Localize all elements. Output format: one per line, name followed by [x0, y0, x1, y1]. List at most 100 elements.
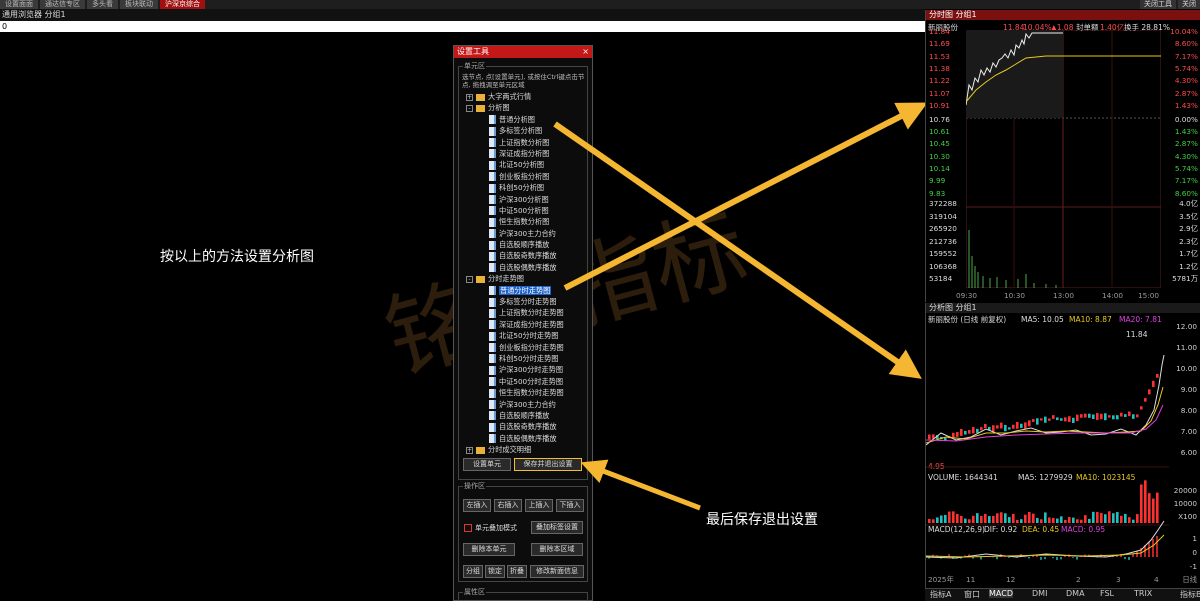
volume-bar — [1084, 515, 1087, 523]
macd-value: MACD: 0.95 — [1061, 525, 1106, 534]
candle — [1004, 424, 1007, 432]
candle — [980, 427, 983, 431]
volume-bar — [1012, 513, 1015, 523]
candle — [1060, 418, 1063, 421]
arrow-to-save — [580, 459, 701, 511]
time-label: 13:00 — [1053, 291, 1075, 300]
candle — [1064, 417, 1067, 422]
candle — [968, 429, 971, 434]
candle — [1048, 418, 1051, 421]
axis-label: 11.38 — [929, 63, 950, 73]
axis-label: 11.07 — [929, 88, 950, 98]
candle — [1088, 413, 1091, 418]
volume-bar — [1028, 511, 1031, 523]
axis-label: 106368 — [929, 261, 957, 271]
volume-bar — [1016, 519, 1019, 523]
bottom-tab[interactable]: DMI — [1032, 589, 1047, 598]
candle — [1144, 398, 1147, 402]
axis-label: 10.30 — [929, 151, 950, 161]
axis-label: 159552 — [929, 249, 957, 258]
volume-bar — [1060, 516, 1063, 523]
candle — [1136, 414, 1139, 418]
axis-label: 2.87% — [1174, 139, 1198, 149]
candle — [944, 437, 947, 441]
time-label: 09:30 — [956, 291, 978, 300]
volume-bar — [1124, 513, 1127, 523]
volume-bar — [1100, 512, 1103, 523]
candle — [972, 427, 975, 434]
time-label: 15:00 — [1138, 291, 1160, 300]
date-label: 12 — [1006, 575, 1016, 584]
bottom-tab[interactable]: 指标A — [930, 589, 951, 600]
intraday-chart — [966, 30, 1161, 288]
arrow-thin-kline — [557, 123, 917, 373]
axis-label: 2.9亿 — [1179, 224, 1198, 233]
candle — [1132, 414, 1135, 419]
date-label: 3 — [1116, 575, 1121, 584]
price-axis-label: 9.00 — [1180, 385, 1197, 394]
volume-bar — [1088, 518, 1091, 523]
axis-label: 5.74% — [1174, 63, 1198, 73]
axis-label: 10.04% — [1170, 27, 1198, 36]
volume-axis-label: X100 — [1178, 512, 1197, 521]
candle — [1052, 415, 1055, 419]
volume-bar — [1048, 517, 1051, 523]
volume-bar — [988, 516, 991, 523]
volume-bar — [1132, 519, 1135, 523]
time-label: 10:30 — [1004, 291, 1026, 300]
candle — [964, 430, 967, 435]
axis-label: 265920 — [929, 224, 957, 233]
volume-bar — [1040, 519, 1043, 523]
bottom-tab[interactable]: FSL — [1100, 589, 1114, 598]
volume-bar — [948, 511, 951, 523]
date-label: 2025年 — [928, 575, 954, 584]
macd-dea: DEA: 0.45 — [1022, 525, 1060, 534]
kline-ma10: MA10: 8.87 — [1069, 315, 1112, 324]
macd-dif: DIF: 0.92 — [984, 525, 1018, 534]
candle — [1056, 417, 1059, 421]
volume-ma5: MA5: 1279929 — [1018, 473, 1073, 482]
volume-bar — [1024, 514, 1027, 523]
kline-stock-name: 新丽股份 (日线 前复权) — [928, 315, 1007, 324]
macd-axis-label: 0 — [1192, 548, 1197, 557]
volume-bar — [936, 517, 939, 523]
candle — [992, 425, 995, 432]
bottom-tab[interactable]: 指标B — [1180, 589, 1200, 600]
candle — [952, 432, 955, 438]
kline-chart — [926, 354, 1169, 560]
intraday-panel: 分时图 分组1 新丽股份 11.84 10.04% ▲1.08 封单额 1.40… — [925, 10, 1200, 302]
candle — [1080, 414, 1083, 418]
candle — [928, 434, 931, 440]
price-axis-label: 10.00 — [1176, 364, 1197, 373]
volume-bar — [1068, 516, 1071, 523]
axis-label: 10.61 — [929, 127, 950, 136]
candle — [1112, 415, 1115, 420]
bottom-tab[interactable]: TRIX — [1134, 589, 1152, 598]
candle — [1032, 419, 1035, 422]
macd-axis-label: 1 — [1192, 534, 1197, 543]
candle — [1024, 422, 1027, 429]
volume-bar — [1044, 512, 1047, 523]
period-label: 日线 — [1182, 575, 1197, 584]
candle — [1152, 380, 1155, 387]
axis-label: 1.43% — [1174, 127, 1198, 136]
candle — [960, 428, 963, 436]
axis-label: 8.60% — [1174, 39, 1198, 49]
axis-label: 9.83 — [929, 188, 946, 198]
candle — [1100, 413, 1103, 420]
axis-label: 11.22 — [929, 76, 950, 86]
volume-bar — [956, 513, 959, 523]
kline-header: 分析图 分组1 — [926, 303, 1200, 313]
bottom-tab[interactable]: 窗口 — [964, 589, 980, 600]
candle — [1016, 421, 1019, 429]
bottom-tab[interactable]: MACD — [989, 589, 1013, 598]
volume-bar — [1120, 515, 1123, 523]
candle — [1072, 417, 1075, 423]
candle — [1044, 416, 1047, 423]
volume-bar — [932, 519, 935, 523]
bottom-tab[interactable]: DMA — [1066, 589, 1085, 598]
axis-label: 372288 — [929, 199, 957, 208]
axis-label: 10.76 — [929, 115, 950, 124]
axis-label: 11.53 — [929, 51, 950, 61]
volume-bar — [976, 513, 979, 523]
